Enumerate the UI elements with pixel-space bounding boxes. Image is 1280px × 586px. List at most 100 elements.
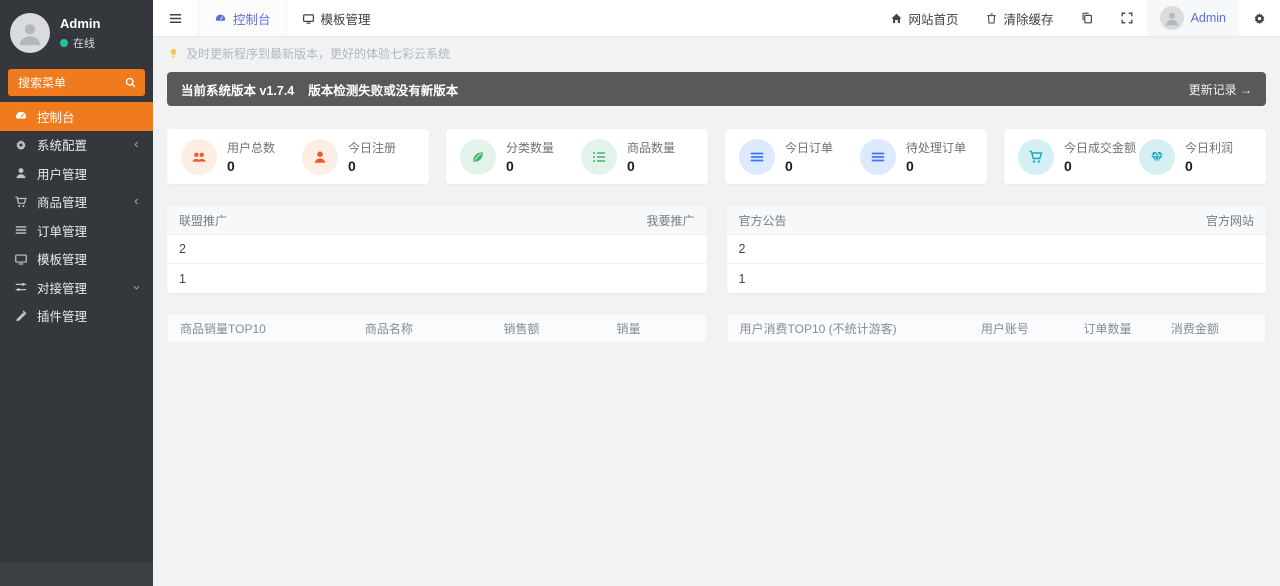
- announcement-panel: 官方公告 官方网站 2 1: [726, 206, 1267, 293]
- user-icon: [14, 166, 28, 180]
- sidebar-menu: 控制台 系统配置 用户管理 商品管理 订单管理 模板管理 对接管理 插件管理: [0, 102, 153, 330]
- version-text: 当前系统版本 v1.7.4: [181, 83, 295, 98]
- sidebar-user-panel: Admin 在线: [0, 0, 153, 63]
- column-header: 用户账号: [980, 322, 1029, 336]
- stat-value: 0: [506, 158, 514, 174]
- stat-item: 待处理订单 0: [860, 138, 981, 175]
- panel-title: 官方公告: [738, 213, 787, 228]
- sidebar-item-template-management[interactable]: 模板管理: [0, 245, 153, 274]
- tab-dashboard[interactable]: 控制台: [198, 0, 287, 36]
- search-box: [8, 69, 145, 96]
- sidebar-item-label: 系统配置: [37, 139, 88, 154]
- user-info: Admin 在线: [60, 16, 100, 51]
- sidebar: Admin 在线 控制台 系统配置 用户管理 商品管理: [0, 0, 153, 586]
- sidebar-item-label: 控制台: [37, 110, 75, 125]
- stat-item: 用户总数 0: [181, 138, 302, 175]
- template-icon: [302, 12, 315, 25]
- users-icon: [181, 138, 217, 175]
- sidebar-item-system-config[interactable]: 系统配置: [0, 131, 153, 160]
- stat-item: 分类数量 0: [460, 138, 581, 175]
- panel-header: 官方公告 官方网站: [726, 206, 1266, 235]
- notice-bar: 及时更新程序到最新版本，更好的体验七彩云系统: [167, 45, 1266, 62]
- site-home-label: 网站首页: [908, 12, 959, 27]
- dashboard-icon: [214, 12, 227, 25]
- trash-icon: [985, 12, 998, 25]
- main-area: 控制台 模板管理 网站首页 清除缓存 Admin 及时更新程序到最新版本，更好的…: [153, 0, 1280, 586]
- user-consumption-table-header: 用户消费TOP10 (不统计游客) 用户账号 订单数量 消费金额: [726, 314, 1266, 343]
- sidebar-item-plugin-management[interactable]: 插件管理: [0, 302, 153, 331]
- panels: 联盟推广 我要推广 2 1 官方公告 官方网站 2 1: [167, 206, 1266, 293]
- stat-item: 商品数量 0: [581, 138, 702, 175]
- stat-value: 0: [348, 158, 356, 174]
- topbar-user-name: Admin: [1190, 11, 1226, 25]
- tab-label: 控制台: [233, 12, 271, 27]
- chevron-left-icon: [132, 197, 141, 206]
- topbar: 控制台 模板管理 网站首页 清除缓存 Admin: [153, 0, 1280, 37]
- sidebar-item-label: 插件管理: [37, 310, 88, 325]
- list-item[interactable]: 2: [167, 235, 707, 264]
- stat-value: 0: [227, 158, 235, 174]
- stat-item: 今日成交金额 0: [1018, 138, 1139, 175]
- tab-template[interactable]: 模板管理: [287, 0, 386, 36]
- stat-value: 0: [1064, 158, 1072, 174]
- clear-cache-label: 清除缓存: [1003, 12, 1054, 27]
- refresh-page-icon[interactable]: [1067, 0, 1107, 36]
- stat-item: 今日注册 0: [302, 138, 423, 175]
- stat-label: 分类数量: [506, 141, 555, 155]
- sidebar-footer: [0, 562, 153, 586]
- settings-gears-icon[interactable]: [1239, 0, 1280, 36]
- stat-value: 0: [906, 158, 914, 174]
- version-status-text: 版本检测失败或没有新版本: [308, 83, 459, 98]
- list-icon: [581, 138, 617, 175]
- stat-card-users: 用户总数 0 今日注册 0: [167, 129, 429, 184]
- column-header: 销售额: [503, 322, 540, 336]
- list-item[interactable]: 1: [167, 264, 707, 293]
- cart-icon: [14, 195, 28, 209]
- content: 及时更新程序到最新版本，更好的体验七彩云系统 当前系统版本 v1.7.4 版本检…: [153, 45, 1280, 343]
- stat-card-orders: 今日订单 0 待处理订单 0: [725, 129, 987, 184]
- avatar: [10, 13, 50, 53]
- diamond-icon: [1139, 138, 1175, 175]
- sidebar-item-label: 模板管理: [37, 253, 88, 268]
- stat-label: 待处理订单: [906, 141, 967, 155]
- column-header: 订单数量: [1083, 322, 1132, 336]
- stat-item: 今日订单 0: [739, 138, 860, 175]
- official-site-link[interactable]: 官方网站: [1206, 212, 1254, 229]
- list-icon: [14, 223, 28, 237]
- fullscreen-icon[interactable]: [1107, 0, 1147, 36]
- stat-label: 今日订单: [785, 141, 834, 155]
- stat-value: 0: [1185, 158, 1193, 174]
- stat-label: 用户总数: [227, 141, 276, 155]
- sidebar-item-user-management[interactable]: 用户管理: [0, 159, 153, 188]
- dashboard-icon: [14, 109, 28, 123]
- sidebar-item-label: 订单管理: [37, 224, 88, 239]
- affiliate-panel: 联盟推广 我要推广 2 1: [167, 206, 707, 293]
- chevron-down-icon: [132, 283, 141, 292]
- sidebar-item-product-management[interactable]: 商品管理: [0, 188, 153, 217]
- product-sales-table-header: 商品销量TOP10 商品名称 销售额 销量: [167, 314, 707, 343]
- promote-link[interactable]: 我要推广: [646, 212, 694, 229]
- stat-value: 0: [785, 158, 793, 174]
- update-log-link[interactable]: 更新记录 →: [1189, 81, 1252, 98]
- list-icon: [860, 138, 896, 175]
- list-item[interactable]: 2: [726, 235, 1266, 264]
- notice-text: 及时更新程序到最新版本，更好的体验七彩云系统: [186, 47, 451, 61]
- stat-label: 今日成交金额: [1064, 141, 1137, 155]
- person-silhouette-icon: [19, 24, 41, 46]
- sidebar-item-integration-management[interactable]: 对接管理: [0, 273, 153, 302]
- clear-cache-link[interactable]: 清除缓存: [972, 0, 1067, 36]
- sidebar-item-order-management[interactable]: 订单管理: [0, 216, 153, 245]
- home-icon: [890, 12, 903, 25]
- panel-header: 联盟推广 我要推广: [167, 206, 707, 235]
- lightbulb-icon: [167, 47, 180, 60]
- list-item[interactable]: 1: [727, 264, 1267, 293]
- sidebar-item-dashboard[interactable]: 控制台: [0, 102, 153, 131]
- user-menu[interactable]: Admin: [1146, 0, 1239, 36]
- hamburger-menu-button[interactable]: [153, 0, 198, 36]
- stat-label: 今日利润: [1185, 141, 1234, 155]
- stat-cards: 用户总数 0 今日注册 0 分类数量 0 商品数量 0 今日订单 0 待处理订单…: [167, 129, 1266, 184]
- site-home-link[interactable]: 网站首页: [877, 0, 972, 36]
- cart-icon: [1018, 138, 1054, 175]
- stat-label: 商品数量: [627, 141, 676, 155]
- avatar: [1159, 6, 1184, 30]
